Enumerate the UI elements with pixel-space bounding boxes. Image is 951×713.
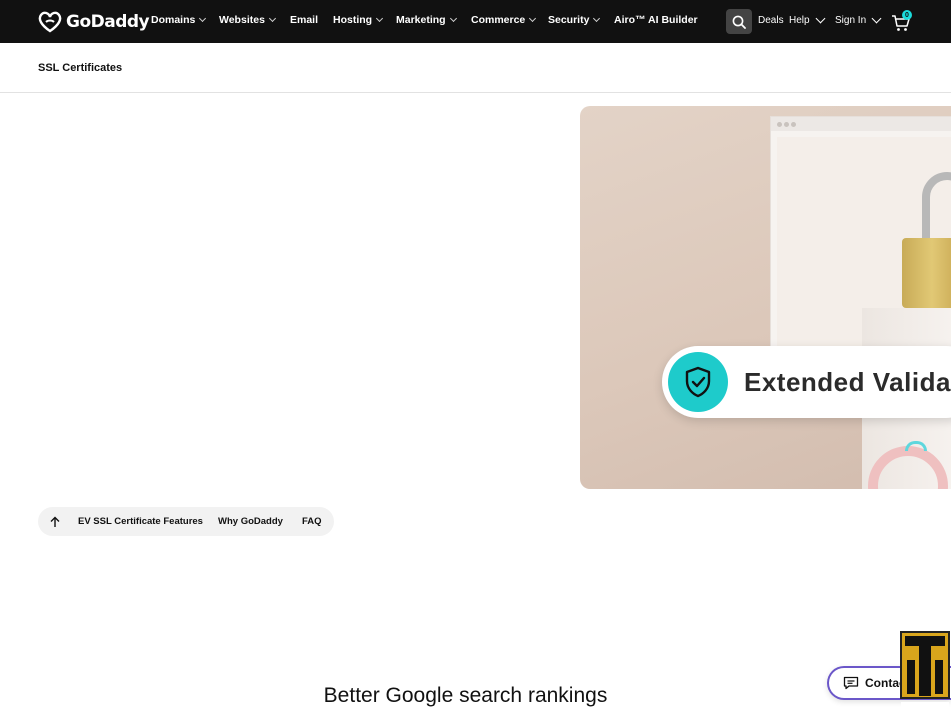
nav-email-label: Email [290,14,319,26]
shield-check-icon [685,366,711,398]
chevron-down-icon [529,14,537,23]
nav-domains-label: Domains [151,14,196,26]
nav-security-label: Security [548,14,590,26]
nav-hosting[interactable]: Hosting [333,14,384,26]
brand-name: GoDaddy [66,11,150,32]
help-label: Help [789,15,810,26]
sign-in-label: Sign In [835,15,867,26]
product-subheader: SSL Certificates [0,43,951,93]
watermark-logo [900,631,950,711]
chevron-down-icon [268,14,276,23]
chevron-down-icon [199,14,207,23]
godaddy-logo[interactable]: GoDaddy [37,10,150,33]
nav-airo-label: Airo™ AI Builder [614,14,698,26]
deals-link[interactable]: Deals [758,15,784,26]
nav-websites[interactable]: Websites [219,14,276,26]
nav-airo-ai-builder[interactable]: Airo™ AI Builder [614,14,698,26]
chevron-down-icon [376,14,384,23]
chat-icon [843,676,859,690]
sign-in-menu[interactable]: Sign In [835,13,882,26]
page-title: SSL Certificates [38,62,123,74]
window-dot [777,122,782,127]
nav-domains[interactable]: Domains [151,14,207,26]
chevron-down-icon [871,13,882,24]
godaddy-logo-icon [38,11,62,32]
window-dot [784,122,789,127]
back-to-top-button[interactable] [46,513,64,531]
nav-commerce-label: Commerce [471,14,526,26]
shield-check-badge [668,352,728,412]
nav-marketing[interactable]: Marketing [396,14,457,26]
section-heading: Better Google search rankings [323,684,608,707]
nav-websites-label: Websites [219,14,265,26]
chevron-down-icon [449,14,457,23]
ev-badge-text: Extended Validat [744,367,951,397]
search-icon [732,15,746,29]
chevron-down-icon [815,13,826,24]
nav-email[interactable]: Email [290,14,318,26]
chevron-down-icon [593,14,601,23]
cart-count-badge: 0 [902,10,912,20]
anchor-ev-ssl-features[interactable]: EV SSL Certificate Features [78,516,203,527]
nav-commerce[interactable]: Commerce [471,14,537,26]
browser-titlebar [771,117,951,131]
anchor-faq[interactable]: FAQ [302,516,322,527]
window-dot [791,122,796,127]
arrow-up-icon [50,516,60,527]
anchor-why-godaddy[interactable]: Why GoDaddy [218,516,283,527]
search-button[interactable] [726,9,752,34]
ev-badge: Extended Validat [662,346,951,418]
nav-hosting-label: Hosting [333,14,373,26]
nav-security[interactable]: Security [548,14,601,26]
top-navigation-bar: GoDaddy Domains Websites Email Hosting M… [0,0,951,43]
padlock-shackle [922,172,951,242]
nav-marketing-label: Marketing [396,14,446,26]
padlock-icon [902,238,951,308]
hero-image: Extended Validat [580,106,951,489]
help-menu[interactable]: Help [789,13,826,26]
section-anchor-nav: EV SSL Certificate Features Why GoDaddy … [38,507,334,536]
